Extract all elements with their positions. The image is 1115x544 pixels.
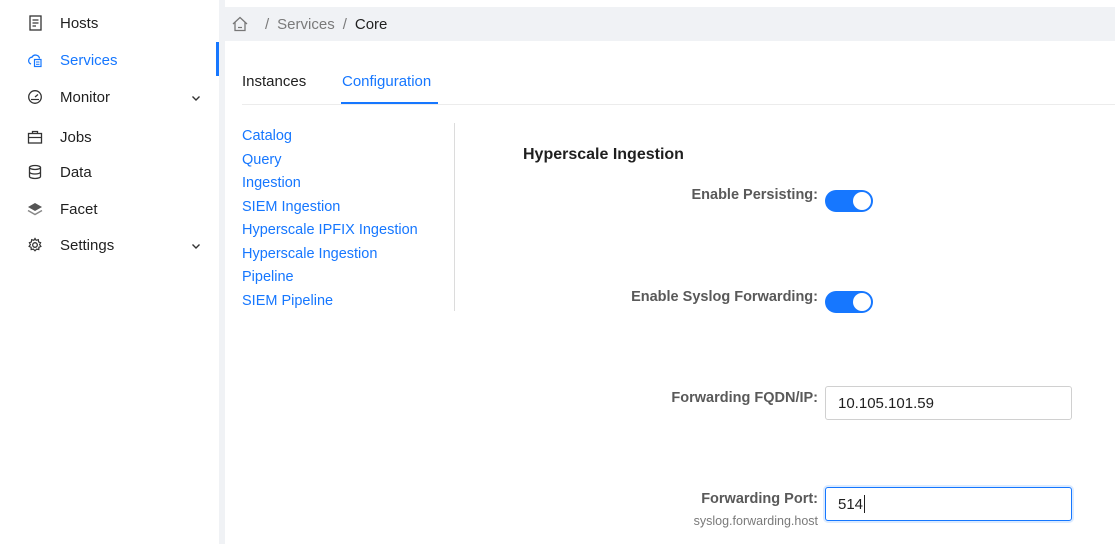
sidebar-divider xyxy=(219,0,225,544)
section-title: Hyperscale Ingestion xyxy=(523,146,684,163)
gauge-icon xyxy=(27,89,43,105)
briefcase-icon xyxy=(27,129,43,145)
forwarding-port-label: Forwarding Port: xyxy=(701,491,818,507)
sidebar-item-label: Monitor xyxy=(60,88,111,106)
forwarding-fqdn-value: 10.105.101.59 xyxy=(838,394,934,412)
enable-persisting-label: Enable Persisting: xyxy=(691,187,818,203)
submenu-item-ingestion[interactable]: Ingestion xyxy=(242,173,418,197)
submenu-item-catalog[interactable]: Catalog xyxy=(242,126,418,150)
sidebar-item-facet[interactable]: Facet xyxy=(0,195,219,223)
tab-instances[interactable]: Instances xyxy=(242,73,306,90)
breadcrumb-item-services[interactable]: Services xyxy=(277,16,335,33)
tab-configuration[interactable]: Configuration xyxy=(342,73,431,90)
submenu-item-hyperscale-ipfix-ingestion[interactable]: Hyperscale IPFIX Ingestion xyxy=(242,220,418,244)
home-icon[interactable] xyxy=(231,15,249,33)
text-caret xyxy=(864,495,866,513)
toggle-knob xyxy=(853,192,871,210)
sidebar-item-jobs[interactable]: Jobs xyxy=(0,123,219,151)
toggle-knob xyxy=(853,293,871,311)
database-icon xyxy=(27,164,43,180)
forwarding-port-sublabel: syslog.forwarding.host xyxy=(693,514,818,528)
tabs-divider xyxy=(242,104,1115,105)
sidebar-item-services[interactable]: Services xyxy=(0,42,219,76)
sidebar-item-settings[interactable]: Settings xyxy=(0,231,219,259)
server-icon xyxy=(27,15,43,31)
enable-syslog-forwarding-label: Enable Syslog Forwarding: xyxy=(631,289,818,305)
gear-icon xyxy=(27,237,43,253)
sidebar-item-label: Data xyxy=(60,163,92,181)
chevron-down-icon[interactable] xyxy=(190,239,202,251)
forwarding-fqdn-label: Forwarding FQDN/IP: xyxy=(671,390,818,406)
sidebar-item-data[interactable]: Data xyxy=(0,158,219,186)
submenu-item-query[interactable]: Query xyxy=(242,150,418,174)
sidebar-item-label: Hosts xyxy=(60,14,99,32)
sidebar-item-hosts[interactable]: Hosts xyxy=(0,9,219,37)
enable-persisting-toggle[interactable] xyxy=(825,190,873,212)
enable-syslog-forwarding-toggle[interactable] xyxy=(825,291,873,313)
breadcrumb-separator: / xyxy=(265,15,270,33)
sidebar: Hosts Services Monitor Jobs Data Facet S… xyxy=(0,0,219,544)
chevron-down-icon[interactable] xyxy=(190,91,202,103)
breadcrumb-item-core: Core xyxy=(354,15,388,33)
breadcrumb: / Services / Core xyxy=(225,7,1115,41)
submenu-divider xyxy=(454,123,455,311)
forwarding-fqdn-input[interactable]: 10.105.101.59 xyxy=(825,386,1072,420)
config-submenu: Catalog Query Ingestion SIEM Ingestion H… xyxy=(242,126,418,314)
submenu-item-hyperscale-ingestion[interactable]: Hyperscale Ingestion xyxy=(242,244,418,268)
forwarding-port-value: 514 xyxy=(838,495,864,513)
breadcrumb-separator: / xyxy=(342,15,347,33)
sidebar-item-label: Services xyxy=(60,51,118,69)
sidebar-item-monitor[interactable]: Monitor xyxy=(0,83,219,111)
layers-icon xyxy=(27,201,43,217)
submenu-item-siem-ingestion[interactable]: SIEM Ingestion xyxy=(242,197,418,221)
submenu-item-siem-pipeline[interactable]: SIEM Pipeline xyxy=(242,291,418,315)
cloud-services-icon xyxy=(27,52,43,68)
submenu-item-pipeline[interactable]: Pipeline xyxy=(242,267,418,291)
sidebar-item-label: Settings xyxy=(60,236,115,254)
sidebar-item-label: Jobs xyxy=(60,128,92,146)
forwarding-port-input[interactable]: 514 xyxy=(825,487,1072,521)
sidebar-item-label: Facet xyxy=(60,200,98,218)
